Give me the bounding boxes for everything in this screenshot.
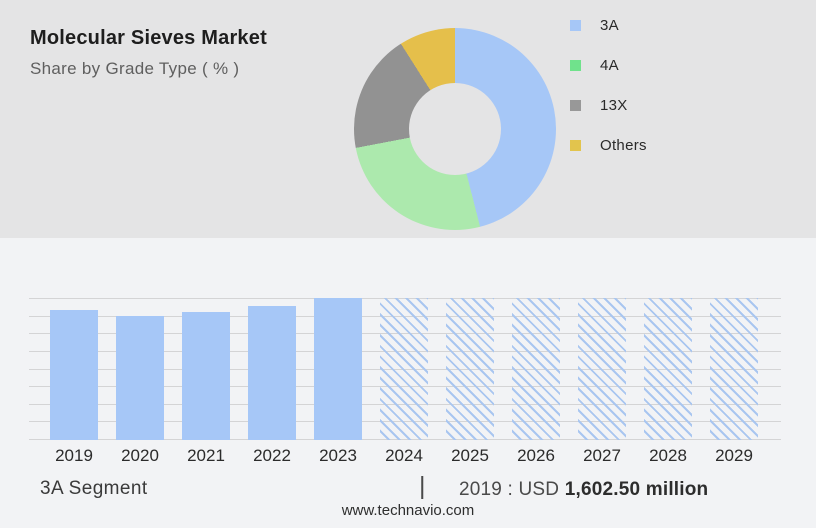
x-axis-label-2024: 2024 <box>371 446 437 466</box>
infographic-page: Molecular Sieves Market Share by Grade T… <box>0 0 816 528</box>
bar-2020 <box>116 316 164 440</box>
x-axis-label-2019: 2019 <box>41 446 107 466</box>
website-url[interactable]: www.technavio.com <box>0 502 816 519</box>
legend-swatch-others <box>570 140 581 151</box>
x-axis-label-2021: 2021 <box>173 446 239 466</box>
legend-swatch-4a <box>570 60 581 71</box>
legend-label: 13X <box>600 97 628 114</box>
bar-2025-forecast <box>446 298 494 440</box>
bar-chart: 2019202020212022202320242025202620272028… <box>29 298 781 440</box>
legend-label: 4A <box>600 57 619 74</box>
separator-bar: | <box>419 472 426 501</box>
title-block: Molecular Sieves Market Share by Grade T… <box>30 27 267 79</box>
x-axis-label-2027: 2027 <box>569 446 635 466</box>
bar-2027-forecast <box>578 298 626 440</box>
legend-item-others: Others <box>570 125 647 165</box>
bar-2022 <box>248 306 296 440</box>
page-subtitle: Share by Grade Type ( % ) <box>30 59 267 79</box>
donut-chart <box>354 28 556 230</box>
bar-2024-forecast <box>380 298 428 440</box>
x-axis-label-2026: 2026 <box>503 446 569 466</box>
market-value-prefix: 2019 : USD <box>459 479 565 500</box>
bar-2026-forecast <box>512 298 560 440</box>
x-axis-label-2023: 2023 <box>305 446 371 466</box>
legend-item-13x: 13X <box>570 85 647 125</box>
page-title: Molecular Sieves Market <box>30 27 267 50</box>
legend-swatch-13x <box>570 100 581 111</box>
donut-hole <box>409 83 501 175</box>
x-axis-label-2020: 2020 <box>107 446 173 466</box>
legend-label: 3A <box>600 17 619 34</box>
x-axis-label-2028: 2028 <box>635 446 701 466</box>
legend-item-3a: 3A <box>570 5 647 45</box>
legend-swatch-3a <box>570 20 581 31</box>
bar-2023 <box>314 298 362 440</box>
legend-item-4a: 4A <box>570 45 647 85</box>
x-axis-label-2022: 2022 <box>239 446 305 466</box>
bar-2019 <box>50 310 98 440</box>
bar-chart-section: 2019202020212022202320242025202620272028… <box>0 238 816 528</box>
bar-2028-forecast <box>644 298 692 440</box>
top-section: Molecular Sieves Market Share by Grade T… <box>0 0 816 238</box>
x-axis-label-2029: 2029 <box>701 446 767 466</box>
bar-2029-forecast <box>710 298 758 440</box>
legend-label: Others <box>600 137 647 154</box>
chart-legend: 3A 4A 13X Others <box>570 5 647 165</box>
x-axis-label-2025: 2025 <box>437 446 503 466</box>
market-value-line: 2019 : USD 1,602.50 million <box>459 479 708 501</box>
bar-2021 <box>182 312 230 440</box>
market-value-amount: 1,602.50 million <box>565 479 709 500</box>
segment-label: 3A Segment <box>40 478 148 500</box>
